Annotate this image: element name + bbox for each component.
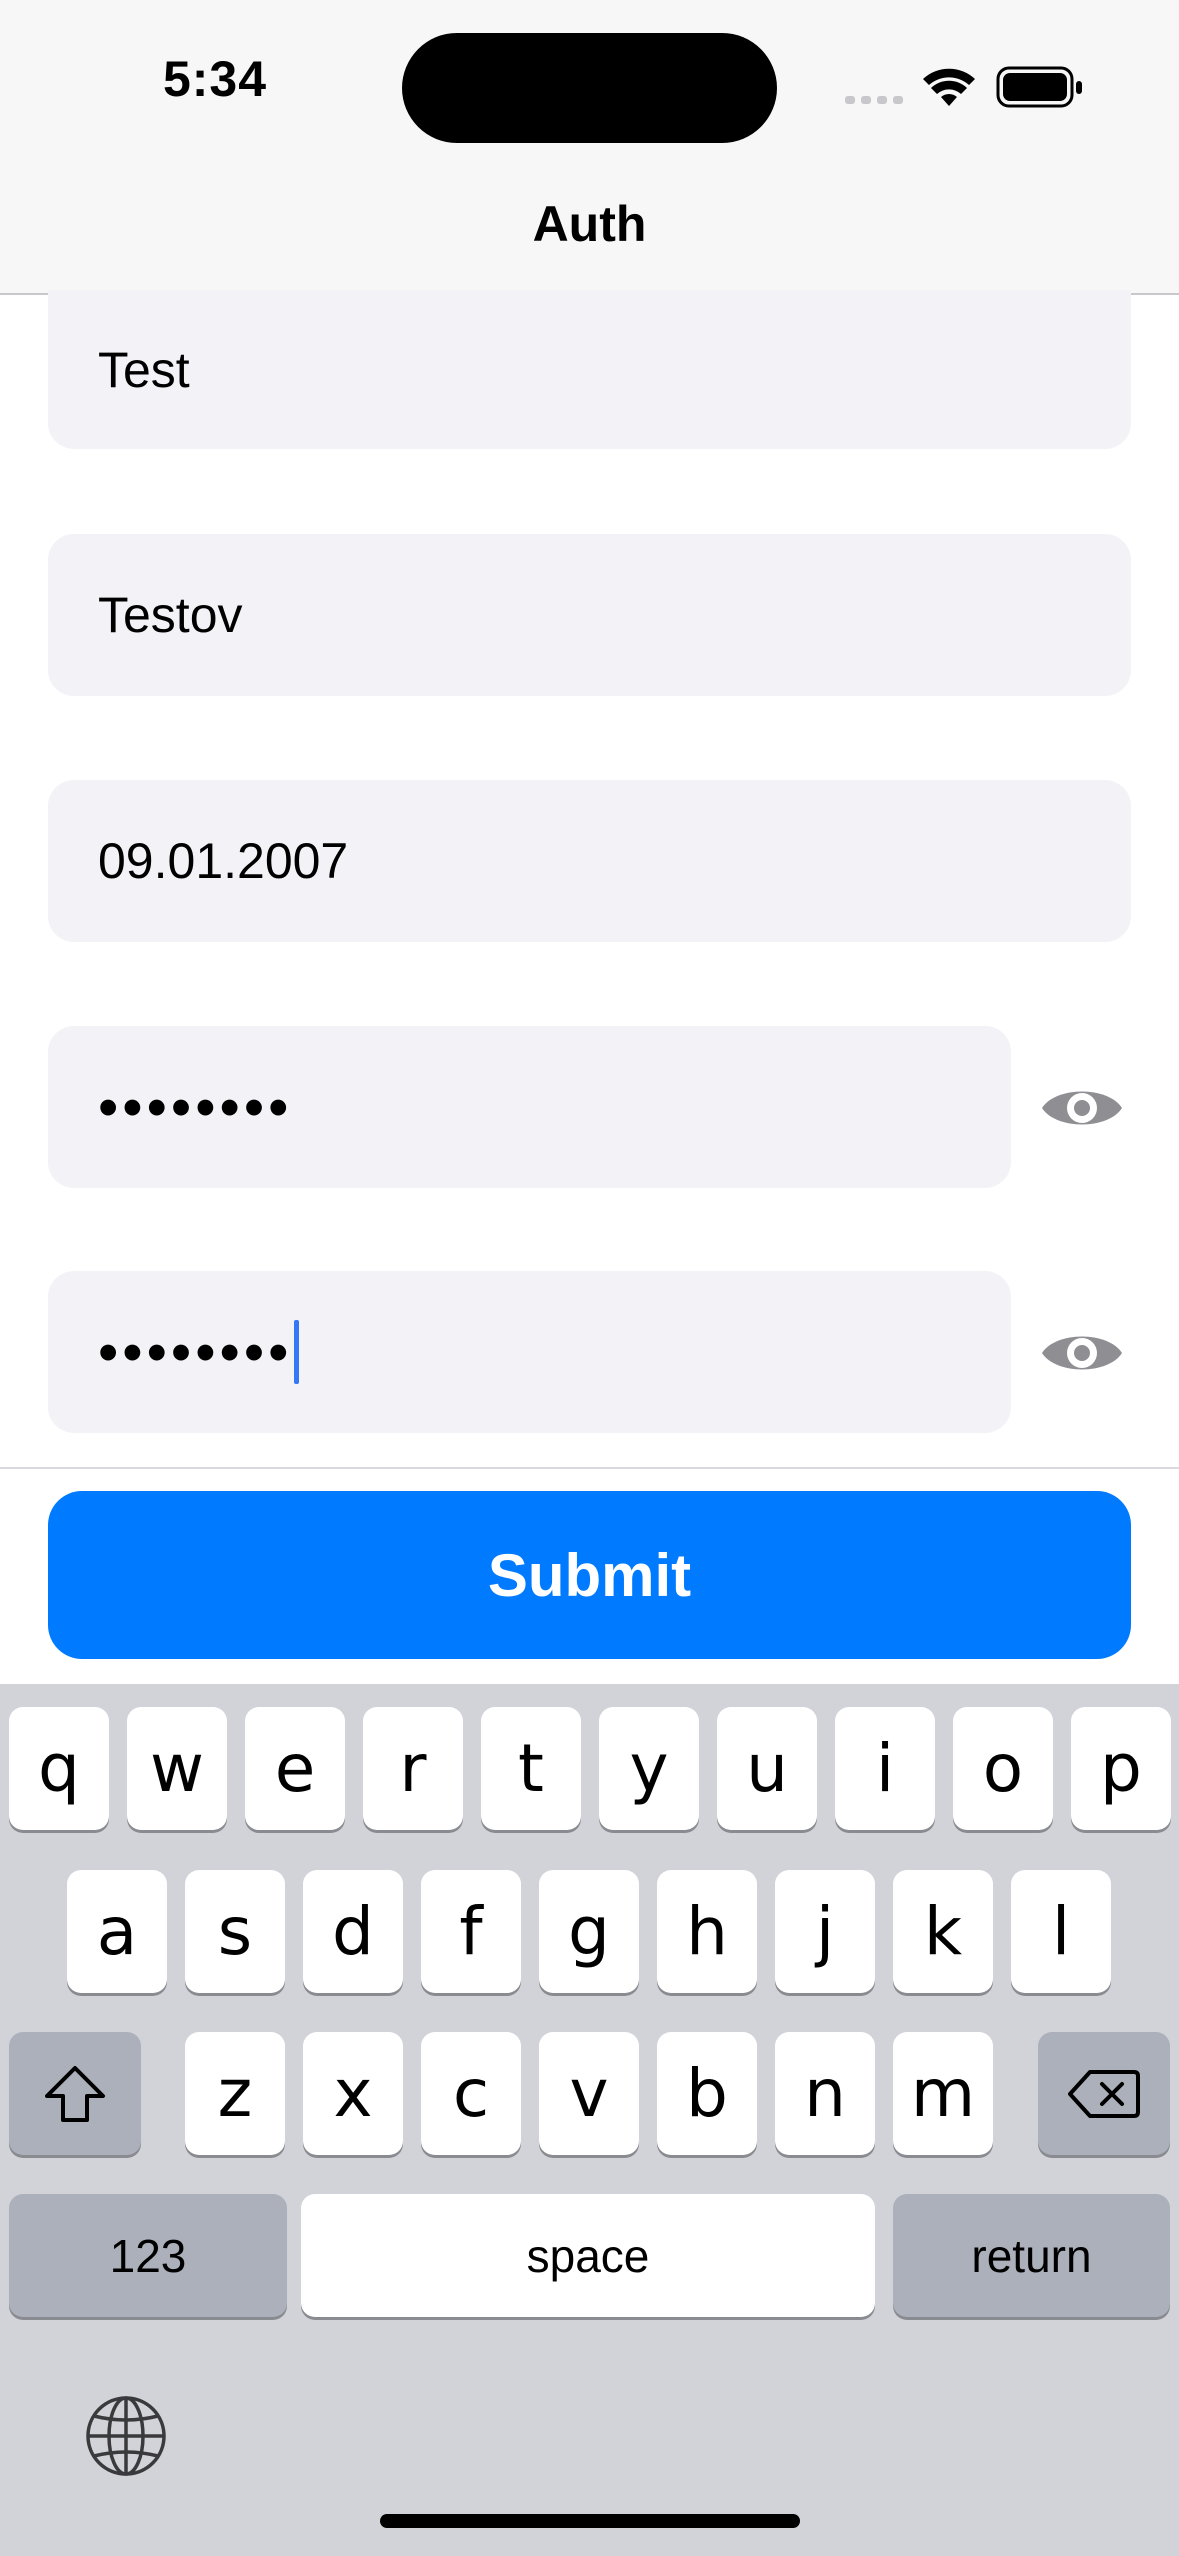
submit-button[interactable]: Submit: [48, 1491, 1131, 1659]
key-k[interactable]: k: [893, 1870, 993, 1993]
last-name-field[interactable]: Testov: [48, 534, 1131, 696]
key-b[interactable]: b: [657, 2032, 757, 2155]
status-time: 5:34: [162, 51, 268, 107]
cellular-signal-icon: [845, 96, 903, 104]
key-s[interactable]: s: [185, 1870, 285, 1993]
last-name-value: Testov: [98, 587, 243, 643]
navigation-bar: 5:34 Auth: [0, 0, 1179, 295]
keyboard: q w e r t y u i o p a s d f g h j k l z …: [0, 1684, 1179, 2556]
confirm-password-field[interactable]: ••••••••: [48, 1271, 1011, 1433]
key-w[interactable]: w: [127, 1707, 227, 1830]
key-n[interactable]: n: [775, 2032, 875, 2155]
globe-icon[interactable]: [84, 2394, 168, 2478]
text-cursor: [294, 1320, 300, 1384]
backspace-key[interactable]: [1038, 2032, 1170, 2155]
key-x[interactable]: x: [303, 2032, 403, 2155]
divider: [0, 1467, 1179, 1469]
key-o[interactable]: o: [953, 1707, 1053, 1830]
key-t[interactable]: t: [481, 1707, 581, 1830]
space-key[interactable]: space: [301, 2194, 875, 2317]
shift-key[interactable]: [9, 2032, 141, 2155]
key-e[interactable]: e: [245, 1707, 345, 1830]
password-field[interactable]: ••••••••: [48, 1026, 1011, 1188]
first-name-value: Test: [98, 341, 190, 398]
first-name-field[interactable]: Test: [48, 290, 1131, 449]
key-r[interactable]: r: [363, 1707, 463, 1830]
key-y[interactable]: y: [599, 1707, 699, 1830]
key-h[interactable]: h: [657, 1870, 757, 1993]
page-title: Auth: [532, 196, 647, 252]
status-icons: [845, 66, 1082, 108]
birth-date-field[interactable]: 09.01.2007: [48, 780, 1131, 942]
confirm-password-value: ••••••••: [98, 1319, 293, 1385]
key-i[interactable]: i: [835, 1707, 935, 1830]
key-q[interactable]: q: [9, 1707, 109, 1830]
key-c[interactable]: c: [421, 2032, 521, 2155]
return-key[interactable]: return: [893, 2194, 1170, 2317]
battery-icon: [996, 66, 1082, 108]
key-p[interactable]: p: [1071, 1707, 1171, 1830]
numbers-key[interactable]: 123: [9, 2194, 287, 2317]
dynamic-island: [402, 33, 777, 143]
key-u[interactable]: u: [717, 1707, 817, 1830]
key-v[interactable]: v: [539, 2032, 639, 2155]
backspace-icon: [1068, 2069, 1140, 2118]
home-indicator: [380, 2514, 800, 2528]
password-value: ••••••••: [98, 1074, 293, 1140]
birth-date-value: 09.01.2007: [98, 833, 349, 889]
show-password-eye-icon[interactable]: [1040, 1080, 1124, 1136]
key-a[interactable]: a: [67, 1870, 167, 1993]
show-confirm-password-eye-icon[interactable]: [1040, 1325, 1124, 1381]
key-d[interactable]: d: [303, 1870, 403, 1993]
key-z[interactable]: z: [185, 2032, 285, 2155]
key-j[interactable]: j: [775, 1870, 875, 1993]
key-l[interactable]: l: [1011, 1870, 1111, 1993]
key-m[interactable]: m: [893, 2032, 993, 2155]
shift-icon: [45, 2065, 105, 2122]
key-f[interactable]: f: [421, 1870, 521, 1993]
key-g[interactable]: g: [539, 1870, 639, 1993]
wifi-icon: [923, 68, 975, 106]
